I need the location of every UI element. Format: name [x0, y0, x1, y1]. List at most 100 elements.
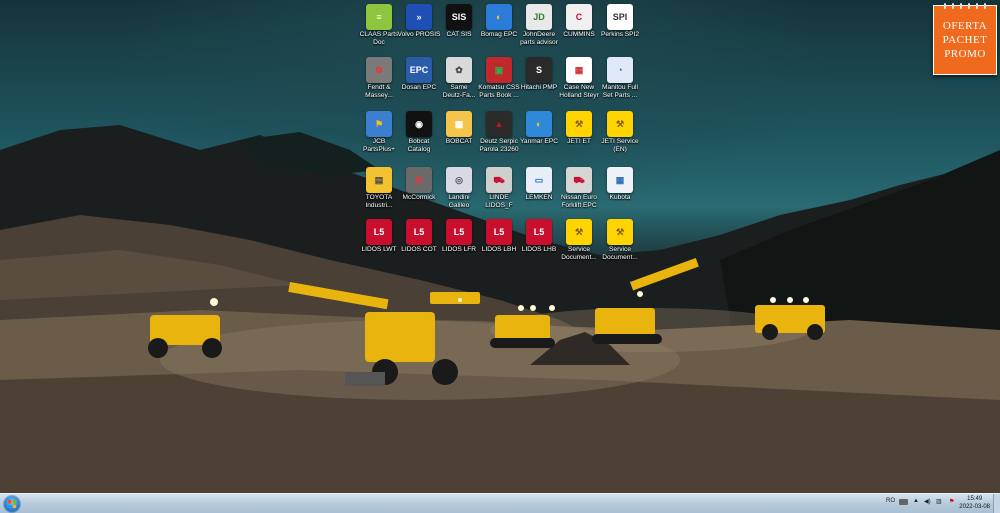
desktop-icon-label: LINDE LIDOS_F: [485, 194, 513, 209]
shortcut-icon: ▦: [607, 167, 633, 193]
language-indicator[interactable]: RO: [886, 498, 895, 504]
desktop-icon[interactable]: L5 LIDOS LWT: [359, 219, 399, 254]
speaker-icon[interactable]: ◀): [924, 498, 931, 505]
desktop-icon[interactable]: ◐ Bomag EPC: [479, 4, 519, 39]
desktop-icon-label: CAT SIS: [446, 31, 472, 38]
desktop-icon[interactable]: L5 LIDOS LHB: [519, 219, 559, 254]
shortcut-icon: ▣: [486, 57, 512, 83]
shortcut-icon: ⚒: [607, 219, 633, 245]
desktop-icon[interactable]: ▭ LEMKEN: [519, 167, 559, 202]
desktop-icon[interactable]: ◔ Manitou Full Set Parts ...: [600, 57, 640, 100]
desktop-icon-label: Yanmar EPC: [520, 138, 558, 145]
desktop-icon-label: JETI Service (EN): [601, 138, 639, 153]
shortcut-icon: ≡: [366, 4, 392, 30]
shortcut-icon: ◔: [607, 57, 633, 83]
shortcut-icon: L5: [446, 219, 472, 245]
shortcut-icon: ⚙: [406, 167, 432, 193]
desktop-icon[interactable]: L5 LIDOS LBH: [479, 219, 519, 254]
desktop-icon-label: CUMMINS: [563, 31, 595, 38]
desktop-icon-label: LIDOS LBH: [481, 246, 517, 253]
desktop-icon[interactable]: ⚒ Service Document...: [559, 219, 599, 262]
system-clock[interactable]: 15:49 2022-03-08: [959, 495, 990, 511]
shortcut-icon: L5: [486, 219, 512, 245]
desktop-icon[interactable]: ⚒ Service Document...: [600, 219, 640, 262]
shortcut-icon: ⚒: [566, 219, 592, 245]
promo-line-3: PROMO: [944, 48, 986, 60]
desktop-icon[interactable]: ⚒ JETI Service (EN): [600, 111, 640, 154]
shortcut-icon: SPI: [607, 4, 633, 30]
promo-line-1: OFERTA: [942, 20, 988, 32]
desktop-icon-label: BOBCAT: [445, 138, 473, 145]
shortcut-icon: S: [526, 57, 552, 83]
promo-badge[interactable]: OFERTA PACHET PROMO: [933, 3, 997, 75]
shortcut-icon: ⚙: [366, 57, 392, 83]
desktop-icon[interactable]: ◉ Bobcat Catalog: [399, 111, 439, 154]
desktop-icon-label: Service Document...: [561, 246, 597, 261]
desktop-icon-label: LEMKEN: [525, 194, 553, 201]
taskbar: RO ▲ ◀) ▥ ⚑ 15:49 2022-03-08: [0, 493, 1000, 513]
shortcut-icon: ⚒: [607, 111, 633, 137]
shortcut-icon: ⚑: [366, 111, 392, 137]
desktop-icon[interactable]: ≡ CLAAS Parts Doc: [359, 4, 399, 47]
desktop-icon-label: Volvo PROSIS: [397, 31, 441, 38]
desktop-icon-label: LIDOS LWT: [361, 246, 397, 253]
show-desktop-button[interactable]: [993, 494, 1000, 513]
desktop-icon[interactable]: ⛟ LINDE LIDOS_F: [479, 167, 519, 210]
desktop-icon-label: Hitachi PMP: [520, 84, 558, 91]
desktop-icon[interactable]: ⚒ JETI ET: [559, 111, 599, 146]
network-icon[interactable]: ▥: [936, 498, 942, 505]
desktop-icon[interactable]: ⚙ McCormick: [399, 167, 439, 202]
keyboard-icon[interactable]: [899, 499, 908, 505]
desktop-icon[interactable]: L5 LIDOS COT: [399, 219, 439, 254]
desktop-icon[interactable]: » Volvo PROSIS: [397, 4, 441, 39]
desktop-icon[interactable]: ⛟ Nissan Euro Forklift EPC: [559, 167, 599, 210]
show-hidden-icons-icon[interactable]: ▲: [913, 498, 919, 504]
desktop-icon-label: Nissan Euro Forklift EPC: [561, 194, 597, 209]
desktop-icon-label: Landini Galileo: [448, 194, 470, 209]
desktop-icon-label: JETI ET: [567, 138, 591, 145]
desktop-icon[interactable]: ◐ Yanmar EPC: [519, 111, 559, 146]
desktop-icon-label: Kubota: [609, 194, 631, 201]
shortcut-icon: ▲: [486, 111, 512, 137]
desktop-icon[interactable]: S Hitachi PMP: [519, 57, 559, 92]
shortcut-icon: ◉: [406, 111, 432, 137]
desktop-icon[interactable]: ✿ Same Deutz-Fa...: [439, 57, 479, 100]
shortcut-icon: ▤: [366, 167, 392, 193]
desktop-icon[interactable]: ▲ Deutz Serpic Parola 23260: [479, 111, 519, 154]
desktop-icon[interactable]: ▣ Komatsu CSS Parts Book ...: [478, 57, 520, 100]
shortcut-icon: ▦: [566, 57, 592, 83]
desktop-icon-label: Komatsu CSS Parts Book ...: [478, 84, 520, 99]
desktop-icon[interactable]: SPI Perkins SPI2: [600, 4, 640, 39]
desktop-icon-label: Dosan EPC: [401, 84, 437, 91]
desktop-icon-label: McCormick: [402, 194, 436, 201]
desktop-icon-label: Deutz Serpic Parola 23260: [479, 138, 519, 153]
desktop-icon[interactable]: C CUMMINS: [559, 4, 599, 39]
desktop-icon[interactable]: ⚙ Fendt & Massey...: [359, 57, 399, 100]
desktop-icon-label: Service Document...: [602, 246, 638, 261]
desktop-icon[interactable]: SIS CAT SIS: [439, 4, 479, 39]
shortcut-icon: SIS: [446, 4, 472, 30]
desktop-icon-label: LIDOS LHB: [521, 246, 557, 253]
desktop-icon[interactable]: ◎ Landini Galileo: [439, 167, 479, 210]
desktop-icon-label: LIDOS COT: [401, 246, 437, 253]
shortcut-icon: »: [406, 4, 432, 30]
promo-line-2: PACHET: [942, 34, 988, 46]
desktop-icon-label: Bobcat Catalog: [407, 138, 431, 153]
shortcut-icon: EPC: [406, 57, 432, 83]
desktop-icon[interactable]: ▦ Case New Holland Steyr: [559, 57, 599, 100]
desktop-icon[interactable]: ▤ TOYOTA Industri...: [359, 167, 399, 210]
desktop-icon[interactable]: L5 LIDOS LFR: [439, 219, 479, 254]
action-center-icon[interactable]: ⚑: [949, 498, 954, 505]
desktop-icon-label: TOYOTA Industri...: [365, 194, 393, 209]
shortcut-icon: ▭: [526, 167, 552, 193]
start-button[interactable]: [3, 495, 21, 513]
desktop-icon[interactable]: ▦ Kubota: [600, 167, 640, 202]
windows-logo-icon: [8, 500, 16, 508]
desktop-icon-label: Manitou Full Set Parts ...: [602, 84, 638, 99]
desktop-icon[interactable]: ⚑ JCB PartsPlus+: [359, 111, 399, 154]
desktop-icon[interactable]: ▦ BOBCAT: [439, 111, 479, 146]
desktop-icon[interactable]: JD JohnDeere parts advisor: [519, 4, 559, 47]
desktop-icon[interactable]: EPC Dosan EPC: [399, 57, 439, 92]
shortcut-icon: ✿: [446, 57, 472, 83]
shortcut-icon: ◐: [526, 111, 552, 137]
